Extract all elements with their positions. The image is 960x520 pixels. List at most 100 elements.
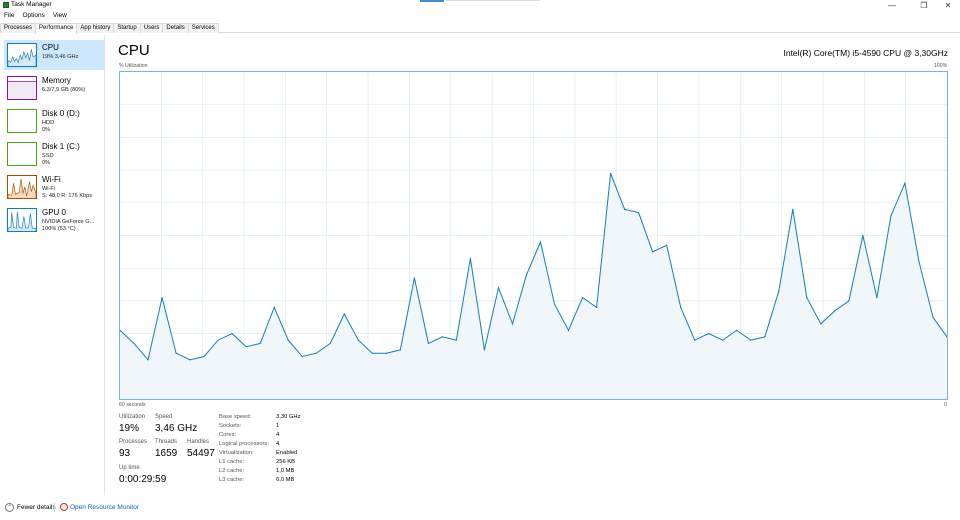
wifi-thumbnail-icon <box>7 175 37 199</box>
sidebar-detail-disk-1-type: SSD <box>42 153 54 159</box>
cpu-data-point <box>862 234 864 237</box>
tab-services[interactable]: Services <box>187 23 219 33</box>
l3-cache-label: L3 cache: <box>219 477 245 483</box>
cpu-model: Intel(R) Core(TM) i5-4590 CPU @ 3,30GHz <box>783 48 948 58</box>
processes-value: 93 <box>119 448 131 459</box>
menu-bar: File Options View <box>0 11 71 21</box>
sidebar-label-disk-1: Disk 1 (C:) <box>42 142 80 151</box>
sidebar-detail-gpu-model: NVIDIA GeForce G... <box>42 219 95 225</box>
sidebar-label-gpu: GPU 0 <box>42 208 67 217</box>
sidebar-label-wifi: Wi-Fi <box>42 175 61 184</box>
tab-app-history[interactable]: App history <box>76 23 115 33</box>
minimize-button[interactable]: — <box>882 0 902 11</box>
l1-cache-value: 256 KB <box>276 459 296 465</box>
tab-users[interactable]: Users <box>139 23 164 33</box>
cpu-data-point <box>624 208 626 210</box>
max-axis-label: 100% <box>934 63 948 69</box>
l2-cache-label: L2 cache: <box>219 468 245 474</box>
sidebar-detail-wifi-throughput: S: 48,0 R: 176 Kbps <box>42 193 93 199</box>
cpu-data-point <box>652 251 654 253</box>
cpu-data-point <box>511 323 514 325</box>
cpu-utilization-graph <box>119 71 948 400</box>
cpu-data-point <box>876 297 878 299</box>
sidebar-item-disk-0[interactable]: Disk 0 (D:) HDD 0% <box>4 106 104 136</box>
cpu-data-point <box>147 359 149 361</box>
cores-label: Cores: <box>219 432 237 438</box>
utilization-value: 19% <box>119 423 140 434</box>
cpu-data-point <box>357 339 359 341</box>
cpu-data-point <box>834 310 836 312</box>
sockets-value: 1 <box>276 423 280 429</box>
sidebar-detail-memory: 6,3/7,9 GB (80%) <box>42 87 86 93</box>
menu-view[interactable]: View <box>49 11 71 21</box>
cpu-thumbnail-icon <box>7 43 37 67</box>
chevron-up-icon[interactable]: ⌃ <box>5 503 14 512</box>
utilization-label: Utilization <box>119 414 146 420</box>
cpu-data-point <box>245 346 247 348</box>
open-resource-monitor-link[interactable]: Open Resource Monitor <box>70 504 139 511</box>
cpu-data-point <box>525 274 528 276</box>
cpu-data-point <box>497 287 500 289</box>
cpu-data-point <box>203 355 205 358</box>
cpu-data-point <box>595 306 598 309</box>
menu-file[interactable]: File <box>0 11 18 21</box>
cpu-data-point <box>455 339 458 341</box>
cpu-data-point <box>259 342 261 345</box>
sidebar-item-gpu[interactable]: GPU 0 NVIDIA GeForce G... 100% (53 °C) <box>4 205 104 235</box>
cpu-data-point <box>539 241 542 243</box>
cpu-data-point <box>553 303 556 305</box>
zero-axis-label: 0 <box>944 402 947 408</box>
cpu-data-point <box>161 297 163 299</box>
cpu-data-point <box>133 342 135 345</box>
page-title: CPU <box>118 42 150 59</box>
footer-divider <box>54 503 55 512</box>
cpu-data-point <box>708 333 710 335</box>
cpu-data-point <box>736 329 738 331</box>
tab-performance[interactable]: Performance <box>35 23 78 34</box>
menu-options[interactable]: Options <box>18 11 48 21</box>
close-button[interactable]: ✕ <box>938 0 958 11</box>
cpu-data-point <box>638 212 640 214</box>
tab-startup[interactable]: Startup <box>113 23 141 33</box>
time-axis-label: 60 seconds <box>119 402 146 408</box>
sidebar-item-wifi[interactable]: Wi-Fi Wi-Fi S: 48,0 R: 176 Kbps <box>4 172 104 202</box>
cpu-data-point <box>722 339 724 341</box>
processes-label: Processes <box>119 439 148 445</box>
logical-processors-value: 4 <box>276 441 280 447</box>
tab-details[interactable]: Details <box>162 23 189 33</box>
cpu-data-point <box>820 323 822 325</box>
memory-thumbnail-icon <box>7 76 37 100</box>
base-speed-label: Base speed: <box>219 414 252 420</box>
cpu-data-point <box>778 290 780 292</box>
cpu-data-point <box>792 208 794 210</box>
sidebar-detail-wifi-name: Wi-Fi <box>42 186 56 192</box>
threads-value: 1659 <box>155 448 178 459</box>
sidebar-label-cpu: CPU <box>42 43 59 52</box>
l1-cache-label: L1 cache: <box>219 459 245 465</box>
window-title: Task Manager <box>11 1 52 8</box>
sidebar-item-cpu[interactable]: CPU 19% 3,46 GHz <box>4 40 104 70</box>
disk-1-thumbnail-icon <box>7 142 37 166</box>
sidebar-item-memory[interactable]: Memory 6,3/7,9 GB (80%) <box>4 73 104 103</box>
task-manager-icon <box>3 2 9 8</box>
fewer-details-link[interactable]: Fewer details <box>17 504 56 511</box>
speed-label: Speed <box>155 414 173 420</box>
cpu-data-point <box>666 244 668 246</box>
restore-button[interactable]: ❐ <box>914 0 934 11</box>
tab-processes[interactable]: Processes <box>0 23 37 33</box>
cpu-data-point <box>385 352 387 354</box>
cpu-data-point <box>217 339 219 341</box>
virtualization-label: Virtualization: <box>219 450 254 456</box>
title-bar: Task Manager — ❐ ✕ <box>0 0 960 11</box>
cpu-utilization-chart <box>120 72 947 399</box>
handles-value: 54497 <box>187 448 215 459</box>
tab-bar: Processes Performance App history Startu… <box>0 23 960 34</box>
cpu-data-point <box>343 313 345 315</box>
cpu-data-point <box>609 172 612 174</box>
base-speed-value: 3,30 GHz <box>276 414 301 420</box>
sidebar-item-disk-1[interactable]: Disk 1 (C:) SSD 0% <box>4 139 104 169</box>
uptime-value: 0:00:29:59 <box>119 474 167 485</box>
utilization-axis-label: % Utilization <box>119 63 148 69</box>
sockets-label: Sockets: <box>219 423 242 429</box>
cpu-data-point <box>680 306 682 309</box>
